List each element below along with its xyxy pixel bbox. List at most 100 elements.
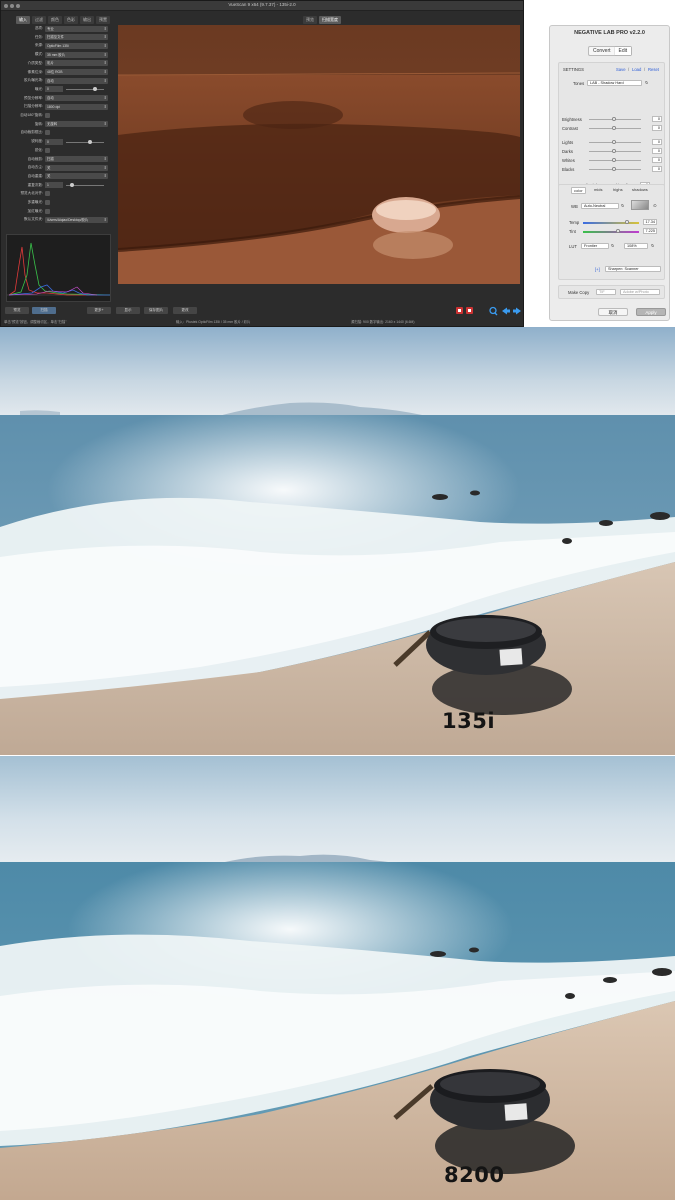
make-copy-format-select[interactable]: TIF — [596, 289, 616, 295]
tone-slider-knob[interactable] — [612, 149, 616, 153]
tab-prefs[interactable]: 预置 — [96, 16, 110, 24]
setting-row: 默认文件夹:/Users/Aiqiao/Desktop/胶片 — [4, 216, 112, 224]
tab-scan-width[interactable]: 扫描宽度 — [319, 16, 341, 24]
setting-slider[interactable]: 0 — [45, 86, 108, 93]
setting-checkbox[interactable] — [45, 113, 50, 118]
show-button[interactable]: 显示 — [116, 307, 140, 314]
setting-select[interactable]: OpticFilm 135i — [45, 42, 108, 49]
setting-select[interactable]: 1800 dpi — [45, 103, 108, 110]
tab-color-highs[interactable]: highs — [611, 187, 625, 192]
tone-slider-knob[interactable] — [612, 140, 616, 144]
setting-label: 任务: — [34, 34, 43, 39]
make-copy-profile-select[interactable]: Adobe w/Photo — [620, 289, 660, 295]
crop-alt-icon[interactable] — [466, 307, 473, 314]
arrow-right-icon[interactable] — [513, 307, 521, 315]
setting-select[interactable]: 48位 RGB — [45, 69, 108, 75]
setting-slider-knob[interactable] — [69, 183, 74, 188]
status-input: 输入：Plustek OpticFilm 135i / 35 mm 胶片 / 彩… — [176, 320, 251, 324]
scan-button[interactable]: 扫描 — [32, 307, 56, 314]
tone-slider-field[interactable]: 0 — [652, 125, 662, 131]
setting-checkbox[interactable] — [45, 130, 50, 136]
tone-slider-knob[interactable] — [612, 167, 616, 171]
tone-slider-knob[interactable] — [612, 158, 616, 162]
wb-picker-icon[interactable] — [631, 200, 649, 210]
more-button[interactable]: 更多+ — [87, 307, 111, 314]
setting-select[interactable]: /Users/Aiqiao/Desktop/胶片 — [45, 216, 108, 223]
tab-input[interactable]: 输入 — [16, 16, 30, 24]
preview-button[interactable]: 预览 — [5, 307, 29, 314]
save-link[interactable]: Save — [616, 67, 626, 72]
tint-slider[interactable] — [583, 231, 639, 233]
sharpen-toggle[interactable]: [+] — [595, 267, 600, 272]
save-image-button[interactable]: 保存图片 — [144, 307, 168, 314]
setting-select[interactable]: 自动 — [45, 95, 108, 102]
setting-select[interactable]: 自动 — [45, 77, 108, 84]
setting-select[interactable]: 35 mm 胶片 — [45, 51, 108, 58]
tab-output[interactable]: 输出 — [80, 16, 94, 24]
setting-slider-track[interactable] — [66, 141, 104, 143]
tone-slider-knob[interactable] — [612, 117, 616, 121]
setting-slider-knob[interactable] — [93, 87, 97, 92]
setting-checkbox[interactable] — [45, 191, 50, 197]
setting-slider-track[interactable] — [66, 89, 104, 91]
setting-slider[interactable]: 0 — [45, 138, 108, 145]
tones-refresh-icon[interactable]: ↻ — [645, 80, 649, 85]
tab-color-mids[interactable]: mids — [592, 187, 604, 192]
sharpen-select[interactable]: Sharpen: Scanner — [605, 266, 661, 272]
setting-slider-value[interactable]: 1 — [45, 182, 63, 189]
tone-slider-field[interactable]: 0 — [652, 166, 662, 172]
setting-select[interactable]: 专业 — [45, 25, 108, 32]
lut-refresh-icon[interactable]: ↻ — [611, 243, 615, 248]
tab-edit[interactable]: Edit — [614, 47, 632, 55]
setting-checkbox[interactable] — [45, 147, 50, 153]
tone-slider-field[interactable]: 0 — [652, 139, 662, 145]
vuescan-toolbar-icons — [456, 306, 521, 316]
tones-select[interactable]: LAB - Shadow Hard — [587, 80, 642, 86]
lut-strength-select[interactable]: 108% — [624, 243, 648, 249]
temp-slider[interactable] — [583, 222, 639, 224]
tone-slider-field[interactable]: 0 — [652, 116, 662, 122]
lut-strength-refresh-icon[interactable]: ↻ — [651, 243, 655, 248]
setting-slider-value[interactable]: 0 — [45, 138, 63, 145]
setting-select[interactable]: 扫描至文件 — [45, 34, 108, 41]
wb-lock-icon[interactable]: ⊙ — [653, 203, 657, 208]
setting-label: 加红曝光: — [27, 208, 43, 213]
tone-slider-knob[interactable] — [612, 126, 616, 130]
tab-color-shadows[interactable]: shadows — [630, 187, 650, 192]
wb-select[interactable]: Auto-Neutral — [581, 203, 619, 209]
setting-checkbox[interactable] — [45, 200, 50, 205]
tab-convert[interactable]: Convert — [589, 47, 615, 55]
setting-row: 加红曝光: — [4, 208, 112, 216]
tone-slider-field[interactable]: 0 — [652, 157, 662, 163]
setting-select[interactable]: 关 — [45, 173, 108, 180]
crop-icon[interactable] — [456, 307, 463, 314]
change-button[interactable]: 更改 — [173, 307, 197, 314]
scan-preview[interactable] — [117, 25, 521, 284]
setting-select[interactable]: 扫描 — [45, 156, 108, 162]
arrow-left-icon[interactable] — [502, 307, 510, 315]
photo-label-8200: 8200 — [444, 1163, 505, 1187]
setting-slider[interactable]: 1 — [45, 182, 108, 189]
setting-select[interactable]: 彩片 — [45, 60, 108, 67]
tab-color-global[interactable]: color — [571, 187, 586, 194]
apply-button[interactable]: Apply — [636, 308, 666, 316]
tab-preview[interactable]: 预览 — [303, 16, 317, 24]
load-link[interactable]: Load — [632, 67, 641, 72]
setting-slider-knob[interactable] — [87, 139, 92, 144]
reset-link[interactable]: Reset — [648, 67, 659, 72]
wb-refresh-icon[interactable]: ↻ — [621, 203, 625, 208]
tab-filter[interactable]: 过滤 — [32, 16, 46, 24]
tone-slider-field[interactable]: 0 — [652, 148, 662, 154]
setting-select[interactable]: 关 — [45, 164, 108, 171]
zoom-icon[interactable] — [489, 306, 498, 316]
cancel-button[interactable]: 取消 — [598, 308, 628, 316]
tab-tone[interactable]: 色彩 — [64, 16, 78, 24]
temp-label: Temp — [569, 220, 580, 225]
tab-color[interactable]: 颜色 — [48, 16, 62, 24]
setting-slider-value[interactable]: 0 — [45, 86, 63, 93]
setting-checkbox[interactable] — [45, 208, 50, 214]
temp-field[interactable]: 17.34 — [643, 219, 657, 225]
tint-field[interactable]: 7.225 — [643, 228, 657, 234]
lut-select[interactable]: Frontier — [581, 243, 609, 249]
setting-select[interactable]: 无旋转 — [45, 121, 108, 128]
